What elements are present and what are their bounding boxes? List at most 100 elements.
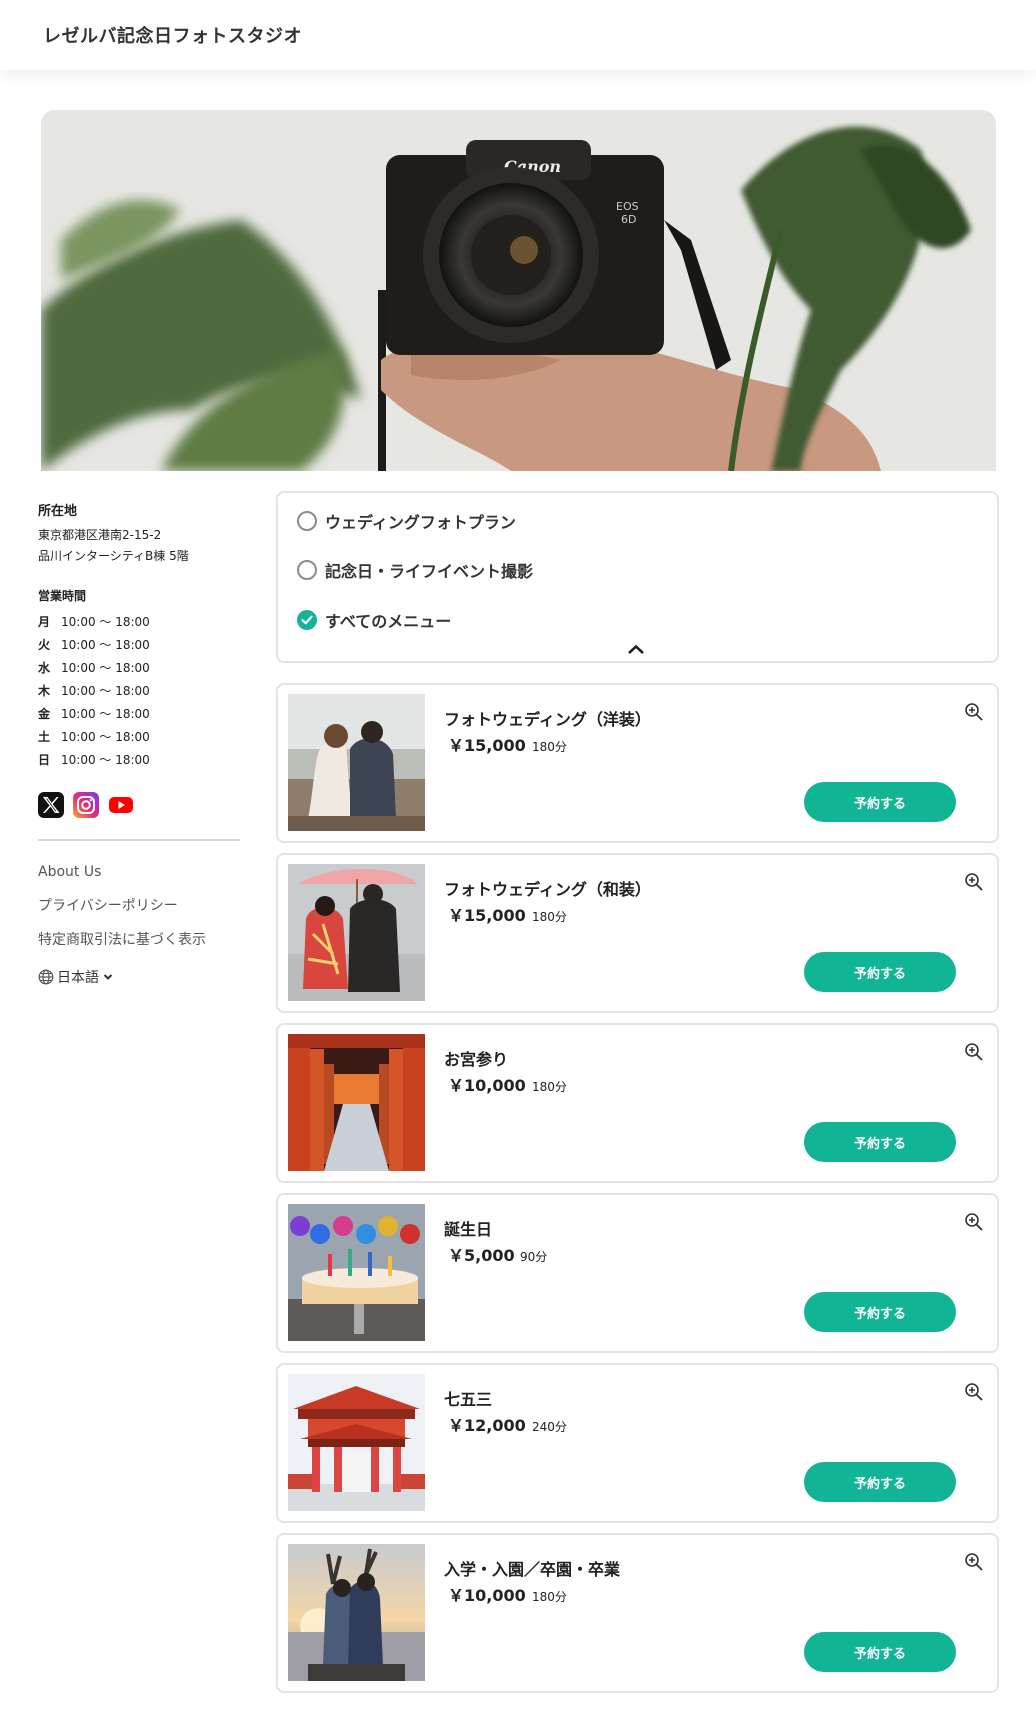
filter-option-label: 記念日・ライフイベント撮影 <box>325 562 534 581</box>
menu-price: ￥12,000 <box>448 1416 526 1435</box>
menu-thumbnail <box>288 694 425 831</box>
filter-option-wedding[interactable]: ウェディングフォトプラン <box>297 509 516 533</box>
menu-name: 入学・入園／卒園・卒業 <box>444 1560 621 1579</box>
menu-card: お宮参り ￥10,000 180分 予約する <box>276 1023 999 1183</box>
hours-row: 土 10:00 ～ 18:00 <box>38 725 243 748</box>
zoom-in-icon[interactable] <box>964 1552 984 1572</box>
menu-duration: 180分 <box>532 1590 567 1604</box>
day-label: 月 <box>38 615 51 629</box>
menu-card: フォトウェディング（和装） ￥15,000 180分 予約する <box>276 853 999 1013</box>
time-range: 10:00 ～ 18:00 <box>61 684 150 698</box>
address-line: 東京都港区港南2-15-2 <box>38 528 162 542</box>
day-label: 火 <box>38 638 51 652</box>
zoom-in-icon[interactable] <box>964 1042 984 1062</box>
radio-button[interactable] <box>297 560 317 580</box>
instagram-icon[interactable] <box>73 792 99 818</box>
menu-card: フォトウェディング（洋装） ￥15,000 180分 予約する <box>276 683 999 843</box>
menu-name: フォトウェディング（洋装） <box>444 710 651 729</box>
check-circle-icon[interactable] <box>297 610 317 630</box>
globe-icon <box>38 969 54 985</box>
hours-list: 月 10:00 ～ 18:00 火 10:00 ～ 18:00 水 10:00 ～ 1… <box>38 610 243 771</box>
address: 東京都港区港南2-15-2 品川インターシティB棟 5階 <box>38 525 243 567</box>
hero-image: Canon EOS 6D <box>41 110 996 471</box>
top-bar: レゼルバ記念日フォトスタジオ <box>0 0 1036 70</box>
day-label: 木 <box>38 684 51 698</box>
book-button[interactable]: 予約する <box>804 782 956 822</box>
hours-row: 木 10:00 ～ 18:00 <box>38 679 243 702</box>
time-range: 10:00 ～ 18:00 <box>61 661 150 675</box>
menu-name: 七五三 <box>444 1390 493 1409</box>
menu-thumbnail <box>288 1544 425 1681</box>
filter-option-all[interactable]: すべてのメニュー <box>297 608 451 632</box>
hours-heading: 営業時間 <box>38 589 87 603</box>
youtube-icon[interactable] <box>108 792 134 818</box>
menu-price: ￥15,000 <box>448 906 526 925</box>
chevron-down-icon <box>103 974 113 980</box>
book-button[interactable]: 予約する <box>804 1122 956 1162</box>
menu-thumbnail <box>288 1204 425 1341</box>
social-links <box>38 792 243 818</box>
menu-filter: ウェディングフォトプラン 記念日・ライフイベント撮影 すべてのメニュー <box>276 491 999 663</box>
x-icon[interactable] <box>38 792 64 818</box>
filter-option-label: すべてのメニュー <box>325 612 452 631</box>
menu-thumbnail <box>288 1034 425 1171</box>
menu-duration: 180分 <box>532 740 567 754</box>
book-button[interactable]: 予約する <box>804 1462 956 1502</box>
hours-row: 火 10:00 ～ 18:00 <box>38 633 243 656</box>
hours-row: 日 10:00 ～ 18:00 <box>38 748 243 771</box>
book-button[interactable]: 予約する <box>804 1292 956 1332</box>
footer-links: About Us プライバシーポリシー 特定商取引法に基づく表示 <box>38 861 243 963</box>
time-range: 10:00 ～ 18:00 <box>61 638 150 652</box>
privacy-policy-link[interactable]: プライバシーポリシー <box>38 895 243 929</box>
time-range: 10:00 ～ 18:00 <box>61 730 150 744</box>
menu-card: 入学・入園／卒園・卒業 ￥10,000 180分 予約する <box>276 1533 999 1693</box>
site-title[interactable]: レゼルバ記念日フォトスタジオ <box>43 22 302 48</box>
sidebar-divider <box>38 839 240 841</box>
menu-price: ￥10,000 <box>448 1076 526 1095</box>
menu-price: ￥15,000 <box>448 736 526 755</box>
zoom-in-icon[interactable] <box>964 872 984 892</box>
menu-name: 誕生日 <box>444 1220 493 1239</box>
sidebar: 所在地 東京都港区港南2-15-2 品川インターシティB棟 5階 営業時間 月1… <box>38 500 243 987</box>
time-range: 10:00 ～ 18:00 <box>61 753 150 767</box>
menu-price: ￥5,000 <box>448 1246 515 1265</box>
menu-duration: 180分 <box>532 910 567 924</box>
menu-name: フォトウェディング（和装） <box>444 880 651 899</box>
day-label: 土 <box>38 730 51 744</box>
filter-option-anniversary[interactable]: 記念日・ライフイベント撮影 <box>297 558 533 582</box>
day-label: 金 <box>38 707 51 721</box>
hours-row: 月 10:00 ～ 18:00 <box>38 610 243 633</box>
address-line: 品川インターシティB棟 5階 <box>38 549 189 563</box>
filter-option-label: ウェディングフォトプラン <box>325 513 516 532</box>
about-us-link[interactable]: About Us <box>38 861 243 895</box>
address-heading: 所在地 <box>38 504 78 519</box>
menu-name: お宮参り <box>444 1050 509 1069</box>
menu-price: ￥10,000 <box>448 1586 526 1605</box>
language-selector[interactable]: 日本語 <box>38 967 243 987</box>
menu-duration: 240分 <box>532 1420 567 1434</box>
language-label: 日本語 <box>57 970 99 986</box>
menu-duration: 180分 <box>532 1080 567 1094</box>
time-range: 10:00 ～ 18:00 <box>61 707 150 721</box>
camera-photo: Canon EOS 6D <box>41 110 996 471</box>
day-label: 日 <box>38 753 51 767</box>
zoom-in-icon[interactable] <box>964 1382 984 1402</box>
menu-thumbnail <box>288 864 425 1001</box>
radio-button[interactable] <box>297 511 317 531</box>
menu-duration: 90分 <box>520 1250 548 1264</box>
zoom-in-icon[interactable] <box>964 1212 984 1232</box>
chevron-up-icon[interactable] <box>624 641 648 657</box>
menu-card: 誕生日 ￥5,000 90分 予約する <box>276 1193 999 1353</box>
book-button[interactable]: 予約する <box>804 1632 956 1672</box>
hours-row: 金 10:00 ～ 18:00 <box>38 702 243 725</box>
svg-text:EOS: EOS <box>616 200 639 213</box>
menu-thumbnail <box>288 1374 425 1511</box>
menu-card: 七五三 ￥12,000 240分 予約する <box>276 1363 999 1523</box>
time-range: 10:00 ～ 18:00 <box>61 615 150 629</box>
hours-row: 水 10:00 ～ 18:00 <box>38 656 243 679</box>
day-label: 水 <box>38 661 51 675</box>
svg-text:6D: 6D <box>621 213 636 226</box>
zoom-in-icon[interactable] <box>964 702 984 722</box>
book-button[interactable]: 予約する <box>804 952 956 992</box>
commerce-law-link[interactable]: 特定商取引法に基づく表示 <box>38 929 243 963</box>
